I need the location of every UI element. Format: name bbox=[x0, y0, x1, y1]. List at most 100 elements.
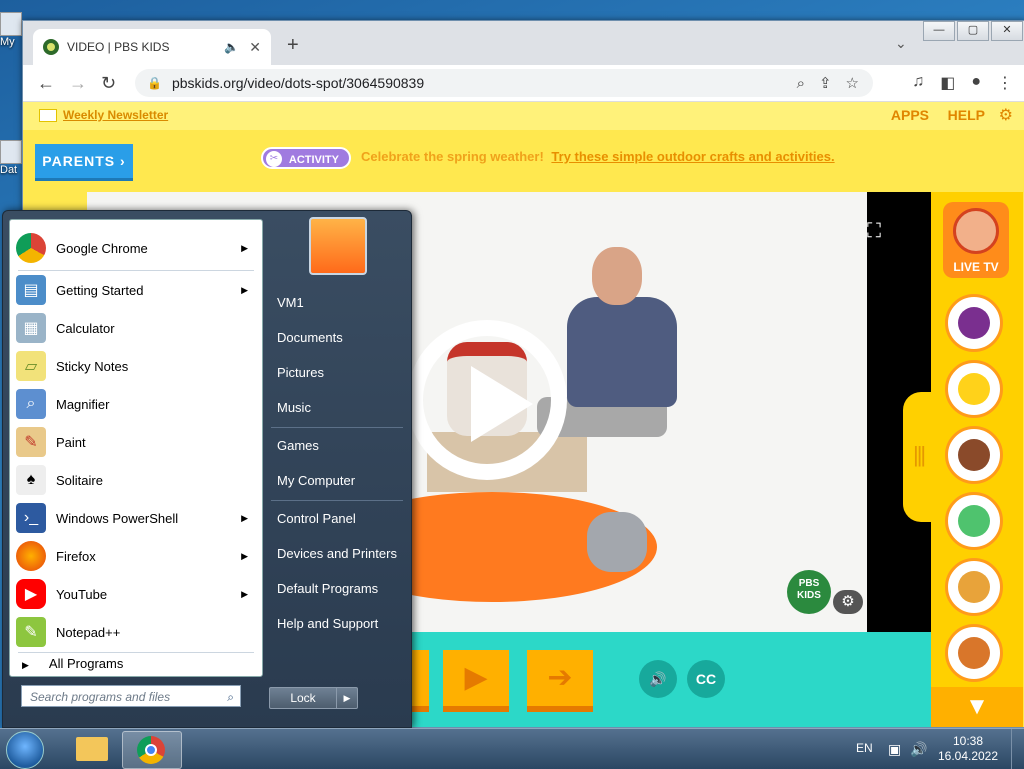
start-right-my-computer[interactable]: My Computer bbox=[277, 473, 355, 488]
scroll-down-arrow-icon[interactable]: ▼ bbox=[931, 687, 1023, 727]
promo-link[interactable]: Try these simple outdoor crafts and acti… bbox=[551, 149, 834, 164]
start-item-youtube[interactable]: ▶ YouTube ▶ bbox=[12, 576, 260, 612]
start-item-paint[interactable]: ✎ Paint bbox=[12, 424, 260, 460]
start-right-music[interactable]: Music bbox=[277, 400, 311, 415]
lock-options-arrow-icon[interactable]: ▶ bbox=[336, 687, 358, 709]
search-icon[interactable]: ⌕ bbox=[227, 686, 234, 708]
video-settings-gear-icon[interactable]: ⚙ bbox=[833, 590, 863, 614]
live-tv-button[interactable]: LIVE TV bbox=[943, 202, 1009, 278]
start-menu-programs: Google Chrome ▶ ▤ Getting Started ▶ ▦ Ca… bbox=[9, 219, 263, 677]
video-frame-toy bbox=[587, 512, 647, 572]
volume-button[interactable]: 🔊 bbox=[639, 660, 677, 698]
character-art bbox=[958, 637, 990, 669]
start-item-solitaire[interactable]: ♠ Solitaire bbox=[12, 462, 260, 498]
calculator-icon: ▦ bbox=[16, 313, 46, 343]
play-control-button[interactable]: ▶ bbox=[443, 650, 509, 712]
settings-gear-icon[interactable]: ⚙ bbox=[999, 105, 1013, 125]
character-face-icon bbox=[953, 208, 999, 254]
volume-icon[interactable]: 🔊 bbox=[910, 741, 927, 758]
divider bbox=[18, 652, 254, 653]
bookmark-star-icon[interactable]: ☆ bbox=[846, 74, 859, 92]
network-icon[interactable]: ▣ bbox=[888, 741, 901, 758]
minimize-button[interactable]: — bbox=[923, 21, 955, 41]
media-controls-icon[interactable]: ♫ bbox=[912, 73, 924, 93]
powershell-icon: ›_ bbox=[16, 503, 46, 533]
start-item-notepad-plus-plus[interactable]: ✎ Notepad++ bbox=[12, 614, 260, 650]
desktop-icon-my-computer[interactable]: My bbox=[0, 12, 22, 48]
new-tab-button[interactable]: + bbox=[287, 34, 299, 57]
lock-button[interactable]: Lock bbox=[269, 687, 337, 709]
tab-title: VIDEO | PBS KIDS bbox=[67, 40, 170, 54]
side-panel-icon[interactable]: ◧ bbox=[940, 73, 955, 93]
start-right-vm1[interactable]: VM1 bbox=[277, 295, 304, 310]
menu-kebab-icon[interactable]: ⋮ bbox=[997, 73, 1013, 93]
show-desktop-button[interactable] bbox=[1011, 729, 1024, 769]
language-indicator[interactable]: EN bbox=[856, 741, 873, 755]
character-tiger-icon[interactable] bbox=[945, 624, 1003, 682]
speaker-icon[interactable]: 🔈 bbox=[224, 40, 239, 54]
lock-icon[interactable]: 🔒 bbox=[147, 76, 162, 90]
chrome-icon bbox=[137, 736, 165, 764]
live-tv-label: LIVE TV bbox=[953, 260, 999, 274]
start-right-documents[interactable]: Documents bbox=[277, 330, 343, 345]
start-right-control-panel[interactable]: Control Panel bbox=[277, 511, 356, 526]
desktop-icon-data[interactable]: Dat bbox=[0, 140, 22, 176]
share-icon[interactable]: ⇪ bbox=[819, 74, 832, 92]
fullscreen-icon[interactable]: ⛶ bbox=[867, 220, 935, 243]
start-item-windows-powershell[interactable]: ›_ Windows PowerShell ▶ bbox=[12, 500, 260, 536]
start-item-calculator[interactable]: ▦ Calculator bbox=[12, 310, 260, 346]
start-right-devices-and-printers[interactable]: Devices and Printers bbox=[277, 546, 397, 561]
start-item-label: Getting Started bbox=[56, 282, 144, 298]
back-arrow-icon[interactable]: ← bbox=[37, 73, 55, 94]
all-programs-button[interactable]: ▶ All Programs bbox=[22, 656, 123, 671]
character-kangaroo-icon[interactable] bbox=[945, 558, 1003, 616]
tab-search-chevron-icon[interactable]: ⌄ bbox=[895, 35, 907, 52]
notepad-plus-plus-icon: ✎ bbox=[16, 617, 46, 647]
character-dino-icon[interactable] bbox=[945, 492, 1003, 550]
newsletter-text[interactable]: Weekly Newsletter bbox=[63, 108, 168, 122]
taskbar-chrome-button[interactable] bbox=[122, 731, 182, 769]
start-search-input[interactable]: Search programs and files ⌕ bbox=[21, 685, 241, 707]
start-item-sticky-notes[interactable]: ▱ Sticky Notes bbox=[12, 348, 260, 384]
start-right-games[interactable]: Games bbox=[277, 438, 319, 453]
address-bar[interactable]: 🔒 pbskids.org/video/dots-spot/3064590839… bbox=[135, 69, 873, 97]
start-right-help-and-support[interactable]: Help and Support bbox=[277, 616, 378, 631]
help-link[interactable]: HELP bbox=[948, 107, 985, 123]
start-item-label: Solitaire bbox=[56, 472, 103, 488]
system-clock[interactable]: 10:38 16.04.2022 bbox=[936, 734, 1000, 764]
scissors-icon: ✂ bbox=[266, 151, 282, 167]
character-bee-icon[interactable] bbox=[945, 360, 1003, 418]
character-girl-icon[interactable] bbox=[945, 426, 1003, 484]
envelope-icon bbox=[39, 108, 57, 122]
file-icon bbox=[0, 140, 22, 164]
forward-arrow-icon[interactable]: → bbox=[69, 73, 87, 94]
close-tab-icon[interactable]: ✕ bbox=[249, 39, 261, 56]
profile-icon[interactable]: ● bbox=[971, 73, 981, 93]
sidebar-handle[interactable]: ||| bbox=[903, 392, 939, 522]
next-control-button[interactable]: ➔ bbox=[527, 650, 593, 712]
apps-link[interactable]: APPS bbox=[891, 107, 929, 123]
characters-sidebar: ||| LIVE TV ▼ bbox=[903, 192, 1023, 727]
start-right-pictures[interactable]: Pictures bbox=[277, 365, 324, 380]
start-orb-button[interactable] bbox=[6, 731, 44, 769]
activity-badge[interactable]: ✂ ACTIVITY bbox=[261, 147, 351, 169]
start-item-label: Notepad++ bbox=[56, 624, 121, 640]
newsletter-link[interactable]: Weekly Newsletter bbox=[39, 108, 168, 122]
start-item-getting-started[interactable]: ▤ Getting Started ▶ bbox=[12, 272, 260, 308]
start-item-firefox[interactable]: Firefox ▶ bbox=[12, 538, 260, 574]
user-picture[interactable] bbox=[309, 217, 367, 275]
maximize-button[interactable]: ▢ bbox=[957, 21, 989, 41]
tab-pbs-kids[interactable]: VIDEO | PBS KIDS 🔈 ✕ bbox=[33, 29, 271, 65]
start-right-default-programs[interactable]: Default Programs bbox=[277, 581, 378, 596]
parents-button[interactable]: PARENTS › bbox=[35, 144, 133, 181]
start-item-magnifier[interactable]: ⌕ Magnifier bbox=[12, 386, 260, 422]
taskbar-explorer-button[interactable] bbox=[62, 731, 120, 767]
window-controls: — ▢ ✕ bbox=[921, 21, 1023, 41]
closed-captions-button[interactable]: CC bbox=[687, 660, 725, 698]
reload-icon[interactable]: ↻ bbox=[101, 73, 116, 94]
zoom-icon[interactable]: ⌕ bbox=[797, 75, 805, 92]
start-item-google-chrome[interactable]: Google Chrome ▶ bbox=[12, 230, 260, 266]
play-video-button[interactable] bbox=[407, 320, 567, 480]
close-window-button[interactable]: ✕ bbox=[991, 21, 1023, 41]
character-dot-icon[interactable] bbox=[945, 294, 1003, 352]
